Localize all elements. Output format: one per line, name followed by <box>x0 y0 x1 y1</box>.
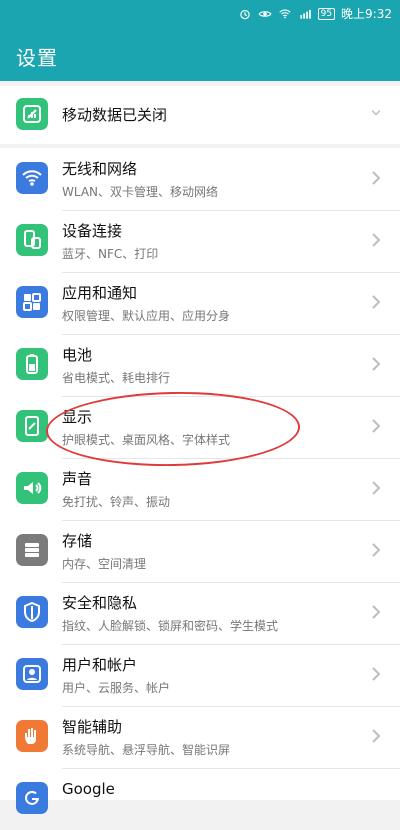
settings-item-subtitle: 权限管理、默认应用、应用分身 <box>62 309 231 323</box>
settings-item-subtitle: 免打扰、铃声、振动 <box>62 495 171 509</box>
settings-item-title: 存储 <box>62 532 93 550</box>
chevron-right-icon <box>370 169 382 187</box>
settings-item-device-connection[interactable]: 设备连接 蓝牙、NFC、打印 <box>0 210 400 272</box>
battery-icon <box>16 348 48 380</box>
apps-grid-icon <box>16 286 48 318</box>
display-icon <box>16 410 48 442</box>
settings-item-google[interactable]: Google <box>0 768 400 830</box>
chevron-down-icon[interactable] <box>370 104 382 122</box>
settings-item-subtitle: 用户、云服务、帐户 <box>62 681 171 695</box>
settings-item-subtitle: 蓝牙、NFC、打印 <box>62 247 159 261</box>
settings-item-subtitle: 省电模式、耗电排行 <box>62 371 171 385</box>
settings-item-title: 无线和网络 <box>62 160 138 178</box>
chevron-right-icon <box>370 293 382 311</box>
settings-item-title: 设备连接 <box>62 222 123 240</box>
settings-item-storage[interactable]: 存储 内存、空间清理 <box>0 520 400 582</box>
settings-item-display[interactable]: 显示 护眼模式、桌面风格、字体样式 <box>0 396 400 458</box>
chevron-right-icon <box>370 479 382 497</box>
settings-item-title: 显示 <box>62 408 93 426</box>
settings-item-wireless[interactable]: 无线和网络 WLAN、双卡管理、移动网络 <box>0 148 400 210</box>
settings-item-sound[interactable]: 声音 免打扰、铃声、振动 <box>0 458 400 520</box>
chevron-right-icon <box>370 603 382 621</box>
settings-item-security[interactable]: 安全和隐私 指纹、人脸解锁、锁屏和密码、学生模式 <box>0 582 400 644</box>
chevron-right-icon <box>370 727 382 745</box>
settings-item-smart-assist[interactable]: 智能辅助 系统导航、悬浮导航、智能识屏 <box>0 706 400 768</box>
chevron-right-icon <box>370 665 382 683</box>
settings-item-title: Google <box>62 780 115 798</box>
signal-icon <box>298 7 312 21</box>
settings-item-subtitle: 护眼模式、桌面风格、字体样式 <box>62 433 231 447</box>
settings-item-users[interactable]: 用户和帐户 用户、云服务、帐户 <box>0 644 400 706</box>
chevron-right-icon <box>370 541 382 559</box>
settings-item-title: 应用和通知 <box>62 284 138 302</box>
clock: 晚上9:32 <box>341 7 392 21</box>
settings-item-subtitle: 系统导航、悬浮导航、智能识屏 <box>62 743 231 757</box>
shield-icon <box>16 596 48 628</box>
user-icon <box>16 658 48 690</box>
battery-level: 95 <box>317 7 336 20</box>
mobile-data-card[interactable]: 移动数据已关闭 <box>0 86 400 144</box>
google-icon <box>16 782 48 814</box>
mobile-data-off-icon <box>16 98 48 130</box>
storage-icon <box>16 534 48 566</box>
chevron-right-icon <box>370 355 382 373</box>
speaker-icon <box>16 472 48 504</box>
chevron-right-icon <box>370 231 382 249</box>
status-bar: 95 晚上9:32 <box>0 0 400 26</box>
wifi-status-icon <box>278 7 292 21</box>
chevron-right-icon <box>370 417 382 435</box>
app-bar: 95 晚上9:32 设置 <box>0 0 400 81</box>
mobile-data-label: 移动数据已关闭 <box>62 106 168 124</box>
alarm-icon <box>238 7 252 21</box>
wifi-icon <box>16 162 48 194</box>
settings-item-title: 用户和帐户 <box>62 656 138 674</box>
eye-icon <box>258 7 272 21</box>
settings-item-subtitle: 指纹、人脸解锁、锁屏和密码、学生模式 <box>62 619 279 633</box>
page-title: 设置 <box>16 46 58 70</box>
settings-item-apps[interactable]: 应用和通知 权限管理、默认应用、应用分身 <box>0 272 400 334</box>
hand-icon <box>16 720 48 752</box>
settings-item-subtitle: 内存、空间清理 <box>62 557 147 571</box>
settings-item-battery[interactable]: 电池 省电模式、耗电排行 <box>0 334 400 396</box>
mobile-data-row[interactable]: 移动数据已关闭 <box>0 84 400 146</box>
settings-item-title: 安全和隐私 <box>62 594 138 612</box>
device-connection-icon <box>16 224 48 256</box>
settings-item-subtitle: WLAN、双卡管理、移动网络 <box>62 185 219 199</box>
settings-item-title: 声音 <box>62 470 93 488</box>
settings-list: 无线和网络 WLAN、双卡管理、移动网络 设备连接 蓝牙、NFC、打印 应用和通… <box>0 148 400 814</box>
settings-item-title: 电池 <box>62 346 93 364</box>
settings-item-title: 智能辅助 <box>62 718 123 736</box>
